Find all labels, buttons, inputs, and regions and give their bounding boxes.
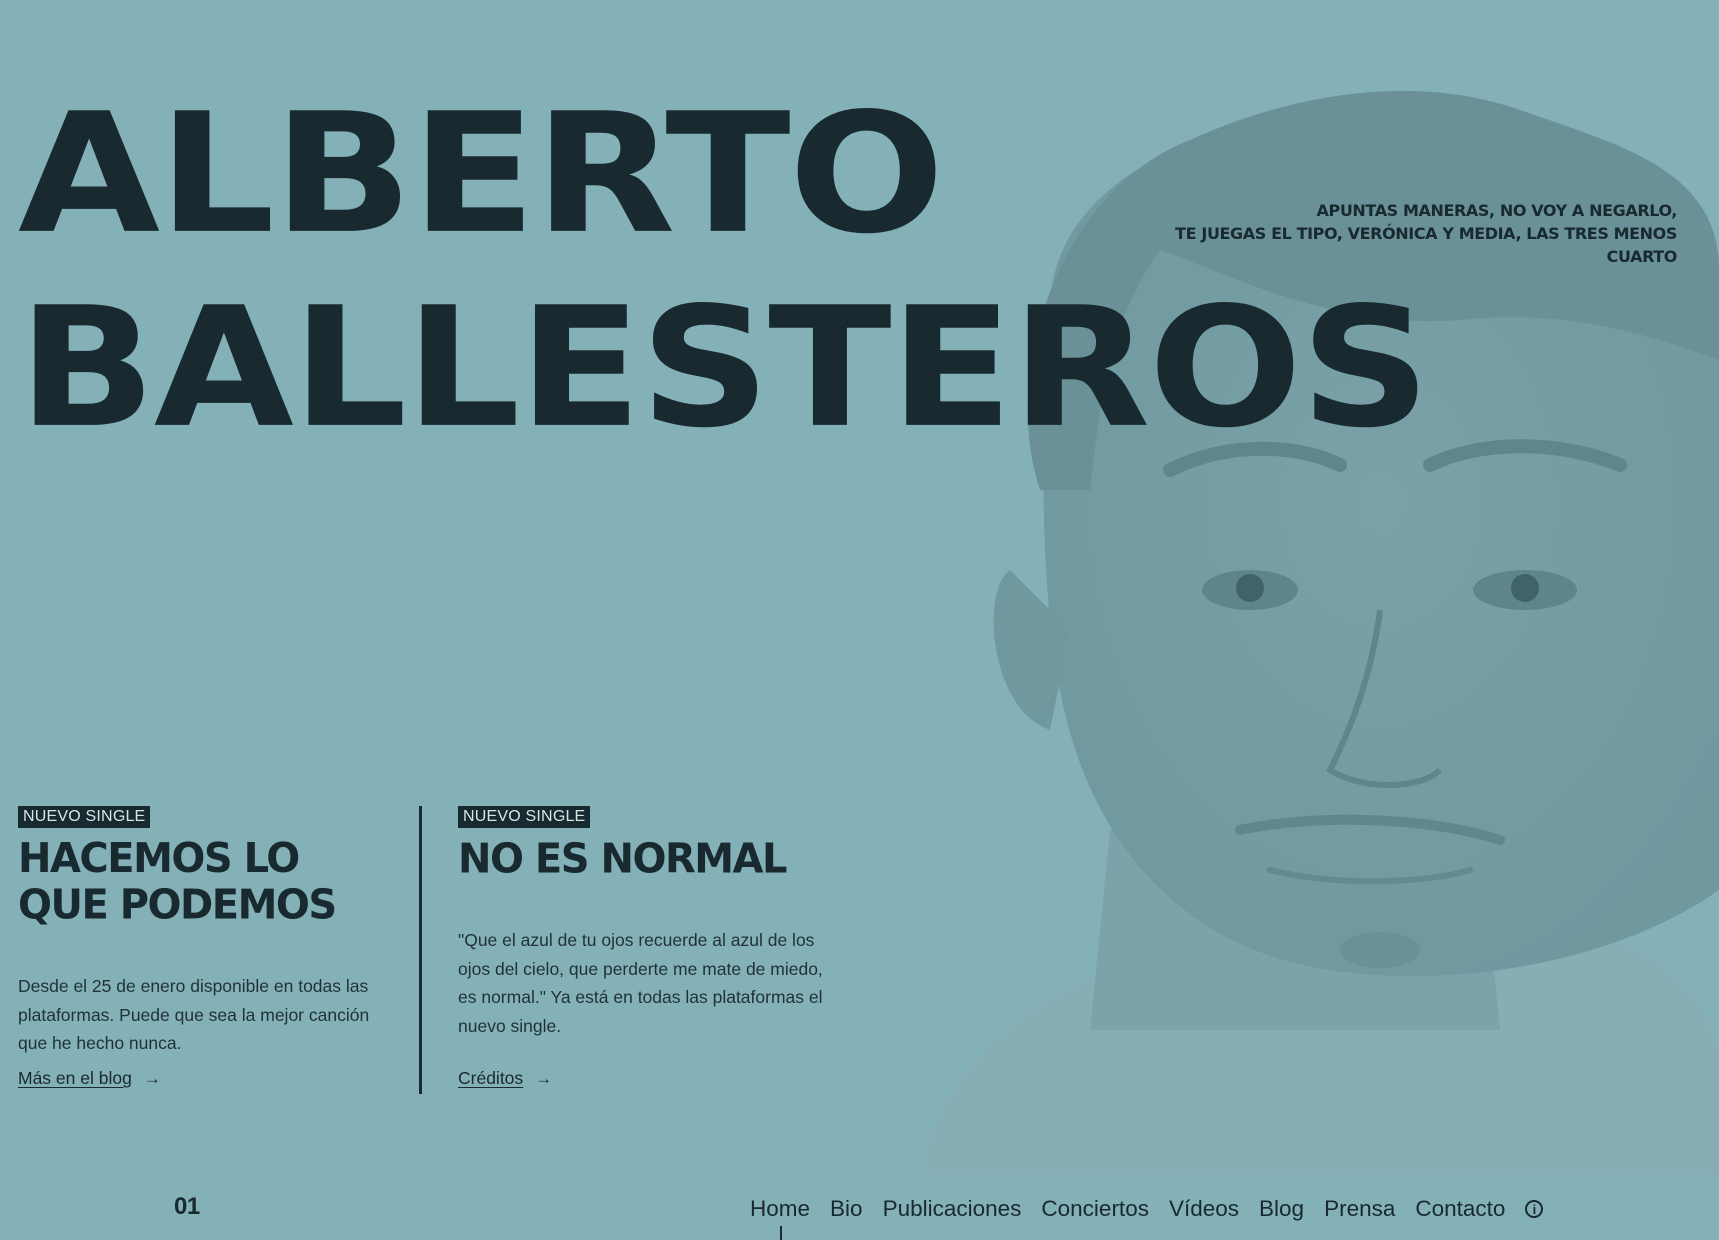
nav-item-blog[interactable]: Blog [1259,1196,1304,1222]
new-single-badge: NUEVO SINGLE [18,806,151,828]
single-title: NO ES NORMAL [458,835,788,883]
credits-link[interactable]: Créditos → [458,1068,552,1089]
hero-title-line-1: ALBERTO [18,78,945,271]
main-nav: Home Bio Publicaciones Conciertos Vídeos… [750,1196,1563,1222]
nav-item-bio[interactable]: Bio [830,1196,863,1222]
nav-item-publicaciones[interactable]: Publicaciones [883,1196,1022,1222]
blog-link[interactable]: Más en el blog → [18,1068,161,1089]
nav-item-contacto[interactable]: Contacto [1415,1196,1505,1222]
new-single-badge: NUEVO SINGLE [458,806,591,828]
nav-item-conciertos[interactable]: Conciertos [1041,1196,1149,1222]
active-nav-indicator [780,1226,782,1240]
single-card-hacemos-lo-que-podemos: NUEVO SINGLE HACEMOS LO QUE PODEMOS Desd… [18,806,378,1088]
nav-item-videos[interactable]: Vídeos [1169,1196,1239,1222]
card-divider [419,806,422,1094]
tagline-line: TE JUEGAS EL TIPO, VERÓNICA Y MEDIA, LAS… [1175,224,1677,266]
single-description: Desde el 25 de enero disponible en todas… [18,976,370,1053]
single-description: "Que el azul de tu ojos recuerde al azul… [458,930,823,1036]
info-icon[interactable]: i [1525,1200,1544,1218]
tagline-line: APUNTAS MANERAS, NO VOY A NEGARLO, [1316,201,1678,220]
hero-title-line-2: BALLESTEROS [18,272,1431,465]
blog-link-label: Más en el blog [18,1068,132,1088]
arrow-right-icon: → [143,1069,161,1088]
section-number: 01 [174,1193,200,1220]
nav-item-prensa[interactable]: Prensa [1324,1196,1395,1222]
hero-tagline: APUNTAS MANERAS, NO VOY A NEGARLO, TE JU… [1157,199,1677,268]
nav-item-home[interactable]: Home [750,1196,810,1222]
credits-link-label: Créditos [458,1068,524,1088]
single-title-line-1: HACEMOS LO [18,835,300,882]
single-title: HACEMOS LO QUE PODEMOS [18,835,378,929]
single-card-no-es-normal: NUEVO SINGLE NO ES NORMAL "Que el azul d… [458,806,838,1088]
arrow-right-icon: → [535,1069,553,1088]
single-title-line-2: QUE PODEMOS [18,882,337,929]
